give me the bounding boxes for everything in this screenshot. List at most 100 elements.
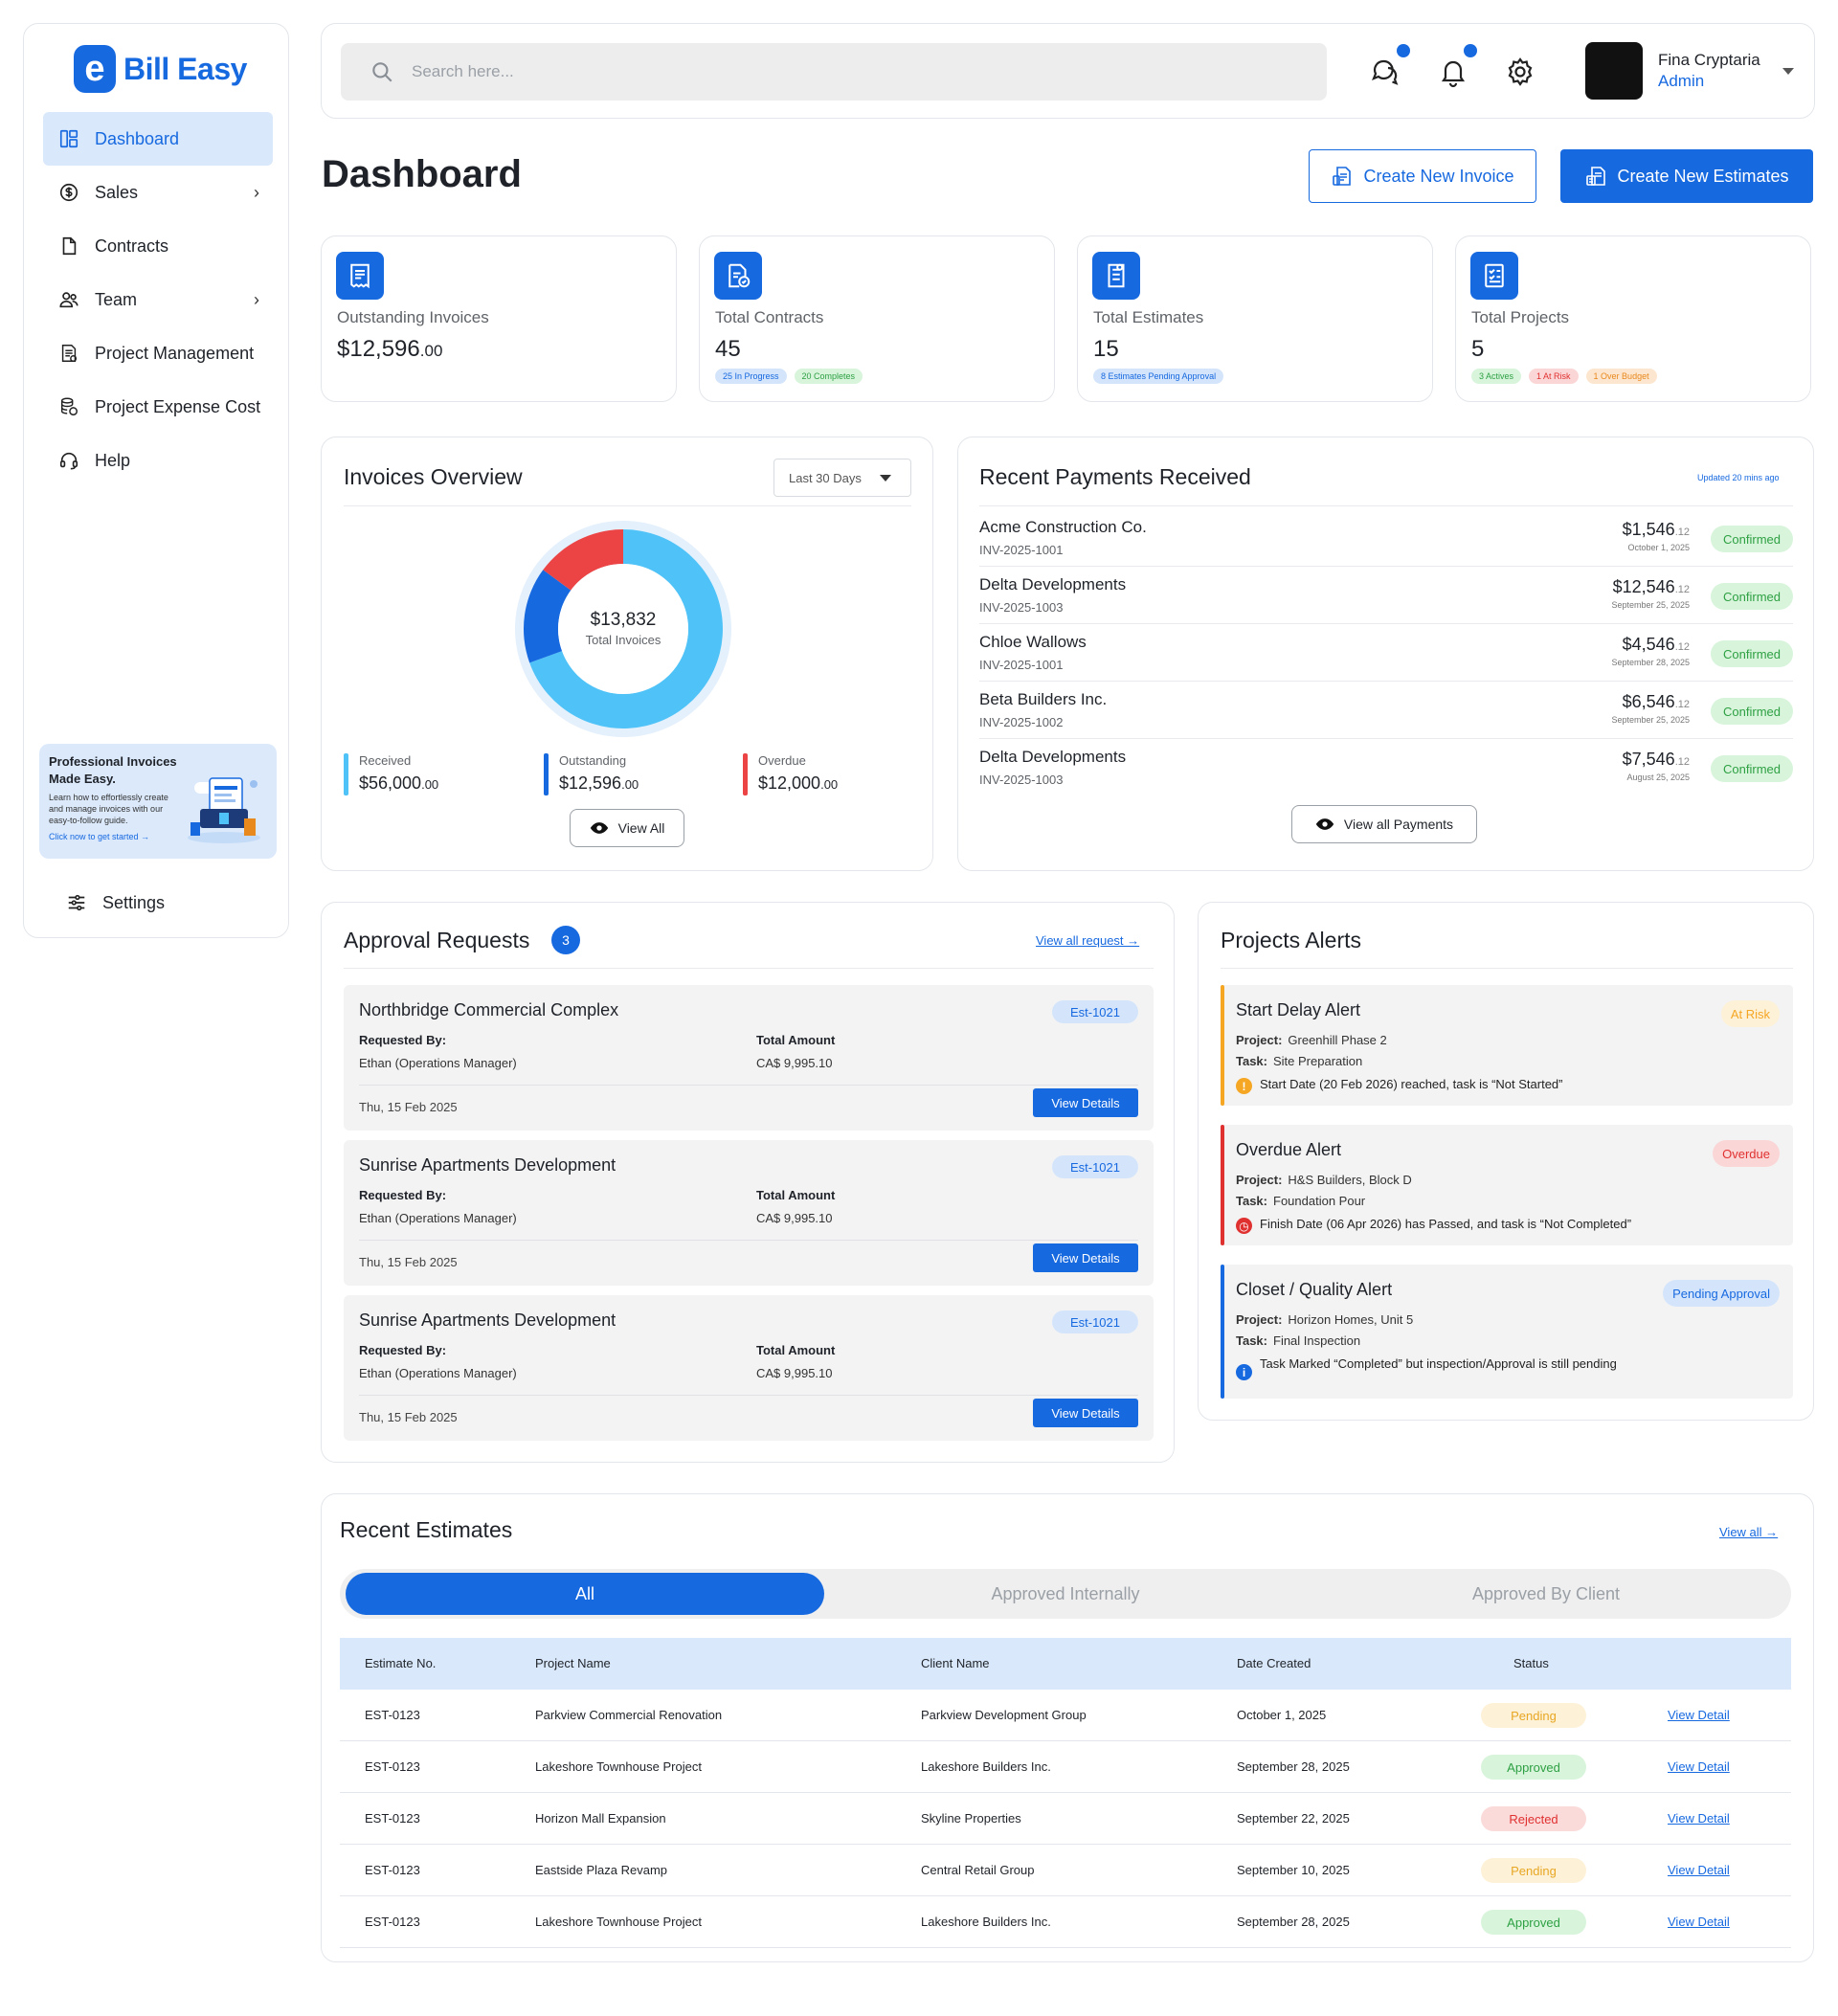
sidebar-item-dashboard[interactable]: Dashboard xyxy=(43,112,273,166)
alert-quality[interactable]: Closet / Quality Alert Pending Approval … xyxy=(1221,1265,1793,1399)
approval-request-item[interactable]: Sunrise Apartments Development Est-1021 … xyxy=(344,1295,1154,1441)
divider xyxy=(359,1085,1138,1086)
approval-request-item[interactable]: Sunrise Apartments Development Est-1021 … xyxy=(344,1140,1154,1286)
requested-by-label: Requested By: xyxy=(359,1343,447,1357)
view-detail-link[interactable]: View Detail xyxy=(1668,1863,1730,1877)
stat-card-total-estimates[interactable]: Total Estimates 15 8 Estimates Pending A… xyxy=(1077,235,1433,402)
cell-project-name: Eastside Plaza Revamp xyxy=(535,1863,668,1877)
view-details-button[interactable]: View Details xyxy=(1033,1088,1138,1117)
chevron-right-icon: › xyxy=(254,182,259,202)
view-detail-link[interactable]: View Detail xyxy=(1668,1915,1730,1929)
bell-icon[interactable] xyxy=(1436,55,1470,89)
sidebar-item-settings[interactable]: Settings xyxy=(51,876,280,930)
avatar[interactable] xyxy=(1585,42,1643,100)
promo-title: Professional Invoices Made Easy. xyxy=(49,754,177,786)
legend-outstanding: Outstanding $12,596.00 xyxy=(544,753,639,795)
status-badge: Confirmed xyxy=(1711,755,1793,782)
brand-logo[interactable]: e Bill Easy xyxy=(74,45,247,93)
recent-payments-card: Recent Payments Received Updated 20 mins… xyxy=(957,437,1814,871)
sidebar-item-project-expense-cost[interactable]: Project Expense Cost xyxy=(43,380,273,434)
stat-card-total-contracts[interactable]: Total Contracts 45 25 In Progress 20 Com… xyxy=(699,235,1055,402)
contract-icon xyxy=(714,252,762,300)
create-invoice-button[interactable]: Create New Invoice xyxy=(1309,149,1536,203)
settings-label: Settings xyxy=(102,892,166,912)
alert-start-delay[interactable]: Start Delay Alert At Risk Project: Greenh… xyxy=(1221,985,1793,1106)
sidebar-item-label: Contracts xyxy=(95,235,169,256)
stat-card-outstanding-invoices[interactable]: Outstanding Invoices $12,596.00 xyxy=(321,235,677,402)
alert-message: ! Start Date (20 Feb 2026) reached, task… xyxy=(1236,1077,1562,1094)
view-all-requests-link[interactable]: View all request → xyxy=(1036,933,1139,948)
payment-row[interactable]: Chloe Wallows INV-2025-1001 $4,546.12 Se… xyxy=(979,623,1793,681)
search-input[interactable]: Search here... xyxy=(341,43,1327,101)
view-details-button[interactable]: View Details xyxy=(1033,1399,1138,1427)
stat-label: Total Contracts xyxy=(715,308,824,326)
cell-date-created: September 28, 2025 xyxy=(1237,1915,1350,1929)
chevron-down-icon[interactable] xyxy=(1782,68,1794,75)
sidebar-item-contracts[interactable]: Contracts xyxy=(43,219,273,273)
view-detail-link[interactable]: View Detail xyxy=(1668,1708,1730,1722)
top-bar: Search here... Fina Cryptaria Admin xyxy=(321,23,1815,119)
alert-title: Start Delay Alert xyxy=(1236,1000,1361,1019)
view-all-invoices-button[interactable]: View All xyxy=(570,809,684,847)
payment-amount: $12,546.12 xyxy=(1612,577,1690,596)
tab-approved-internally[interactable]: Approved Internally xyxy=(826,1573,1305,1615)
column-date-created: Date Created xyxy=(1237,1656,1311,1670)
payment-row[interactable]: Beta Builders Inc. INV-2025-1002 $6,546.… xyxy=(979,681,1793,738)
promo-card[interactable]: Professional Invoices Made Easy. Learn h… xyxy=(39,744,277,859)
dashboard-icon xyxy=(59,129,78,148)
eye-icon xyxy=(1315,818,1334,830)
sliders-icon xyxy=(68,894,85,911)
table-row: EST-0123 Lakeshore Townhouse Project Lak… xyxy=(340,1741,1791,1793)
view-all-payments-button[interactable]: View all Payments xyxy=(1291,805,1477,843)
request-title: Sunrise Apartments Development xyxy=(359,1155,616,1175)
request-title: Sunrise Apartments Development xyxy=(359,1310,616,1330)
status-badge: Confirmed xyxy=(1711,698,1793,725)
payment-row[interactable]: Delta Developments INV-2025-1003 $7,546.… xyxy=(979,738,1793,795)
cell-estimate-no: EST-0123 xyxy=(365,1759,420,1774)
invoice-number: INV-2025-1001 xyxy=(979,543,1064,557)
chat-icon[interactable] xyxy=(1369,55,1403,89)
view-details-button[interactable]: View Details xyxy=(1033,1243,1138,1272)
tab-approved-by-client[interactable]: Approved By Client xyxy=(1307,1573,1785,1615)
range-select[interactable]: Last 30 Days xyxy=(773,459,911,497)
view-detail-link[interactable]: View Detail xyxy=(1668,1759,1730,1774)
user-name: Fina Cryptaria xyxy=(1658,51,1760,69)
sidebar-item-team[interactable]: Team › xyxy=(43,273,273,326)
legend-swatch xyxy=(743,753,748,795)
sidebar-item-help[interactable]: Help xyxy=(43,434,273,487)
search-icon xyxy=(372,62,392,82)
alert-task: Task: Foundation Pour xyxy=(1236,1194,1366,1208)
estimate-icon xyxy=(1092,252,1140,300)
view-detail-link[interactable]: View Detail xyxy=(1668,1811,1730,1826)
divider xyxy=(1221,968,1793,969)
status-badge: Overdue xyxy=(1713,1140,1780,1167)
chevron-right-icon: › xyxy=(254,289,259,309)
stat-card-total-projects[interactable]: Total Projects 5 3 Actives 1 At Risk 1 O… xyxy=(1455,235,1811,402)
create-estimates-button[interactable]: Create New Estimates xyxy=(1560,149,1813,203)
document-icon xyxy=(62,236,77,256)
approval-request-item[interactable]: Northbridge Commercial Complex Est-1021 … xyxy=(344,985,1154,1131)
legend-label: Received xyxy=(359,753,412,768)
sidebar-item-project-management[interactable]: Project Management xyxy=(43,326,273,380)
sidebar-item-sales[interactable]: Sales › xyxy=(43,166,273,219)
payment-row[interactable]: Acme Construction Co. INV-2025-1001 $1,5… xyxy=(979,508,1793,566)
tab-all[interactable]: All xyxy=(346,1573,824,1615)
status-badge: Approved xyxy=(1481,1910,1586,1935)
payment-date: September 28, 2025 xyxy=(1611,658,1690,667)
gear-icon[interactable] xyxy=(1503,55,1537,89)
payment-row[interactable]: Delta Developments INV-2025-1003 $12,546… xyxy=(979,566,1793,623)
user-role: Admin xyxy=(1658,72,1705,90)
column-status: Status xyxy=(1513,1656,1549,1670)
payer-name: Chloe Wallows xyxy=(979,633,1087,651)
donut-total-label: Total Invoices xyxy=(585,633,661,647)
invoice-icon xyxy=(1333,167,1352,186)
chip-at-risk: 1 At Risk xyxy=(1529,369,1579,384)
view-all-estimates-link[interactable]: View all → xyxy=(1719,1525,1778,1539)
donut-total-value: $13,832 xyxy=(590,610,657,630)
requested-by-label: Requested By: xyxy=(359,1188,447,1202)
brand-name: Bill Easy xyxy=(123,51,247,86)
chip-actives: 3 Actives xyxy=(1471,369,1522,384)
alert-overdue[interactable]: Overdue Alert Overdue Project: H&S Builde… xyxy=(1221,1125,1793,1245)
payer-name: Beta Builders Inc. xyxy=(979,690,1108,708)
total-amount-value: CA$ 9,995.10 xyxy=(756,1366,833,1380)
